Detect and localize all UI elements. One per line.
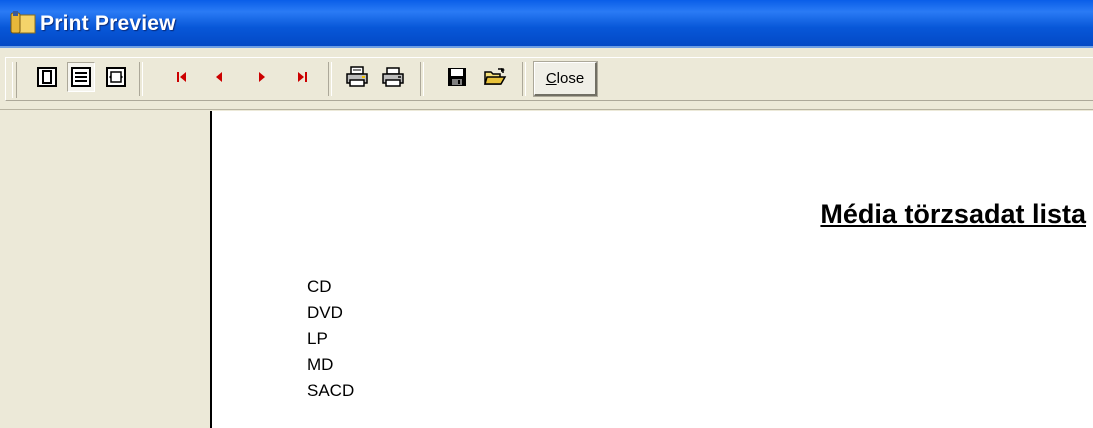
list-item: MD (307, 355, 334, 374)
previous-page-button[interactable] (205, 62, 233, 92)
print-icon (382, 67, 404, 87)
preview-left-panel (0, 111, 210, 428)
one-page-button[interactable] (33, 62, 61, 92)
list-item: DVD (307, 303, 343, 322)
print-button[interactable] (379, 62, 407, 92)
save-icon (448, 68, 466, 86)
open-button[interactable] (481, 62, 509, 92)
previous-page-icon (216, 72, 222, 82)
list-item: CD (307, 277, 332, 296)
print-setup-button[interactable] (343, 62, 371, 92)
first-page-icon (177, 72, 186, 82)
last-page-button[interactable] (288, 62, 316, 92)
toolbar-grip[interactable] (12, 62, 17, 98)
zoom-button[interactable] (67, 62, 95, 92)
preview-page[interactable]: Média törzsadat lista CD DVD LP MD SACD (212, 111, 1093, 428)
next-page-icon (259, 72, 265, 82)
zoom-icon (71, 67, 91, 87)
first-page-button[interactable] (168, 62, 196, 92)
print-setup-icon (346, 66, 368, 87)
last-page-icon (298, 72, 307, 82)
title-bar: Print Preview (0, 0, 1093, 48)
save-button[interactable] (443, 62, 471, 92)
page-width-button[interactable] (102, 62, 130, 92)
report-app-icon (10, 11, 36, 34)
page-width-icon (106, 67, 126, 87)
one-page-icon (37, 67, 57, 87)
window-title: Print Preview (40, 12, 176, 35)
close-button[interactable]: Close (533, 61, 598, 97)
list-item: SACD (307, 381, 355, 400)
list-item: LP (307, 329, 328, 348)
preview-toolbar: Close (0, 48, 1093, 110)
media-list: CD DVD LP MD SACD (307, 274, 354, 404)
open-icon (484, 68, 507, 85)
report-title: Média törzsadat lista (820, 199, 1086, 229)
next-page-button[interactable] (248, 62, 276, 92)
